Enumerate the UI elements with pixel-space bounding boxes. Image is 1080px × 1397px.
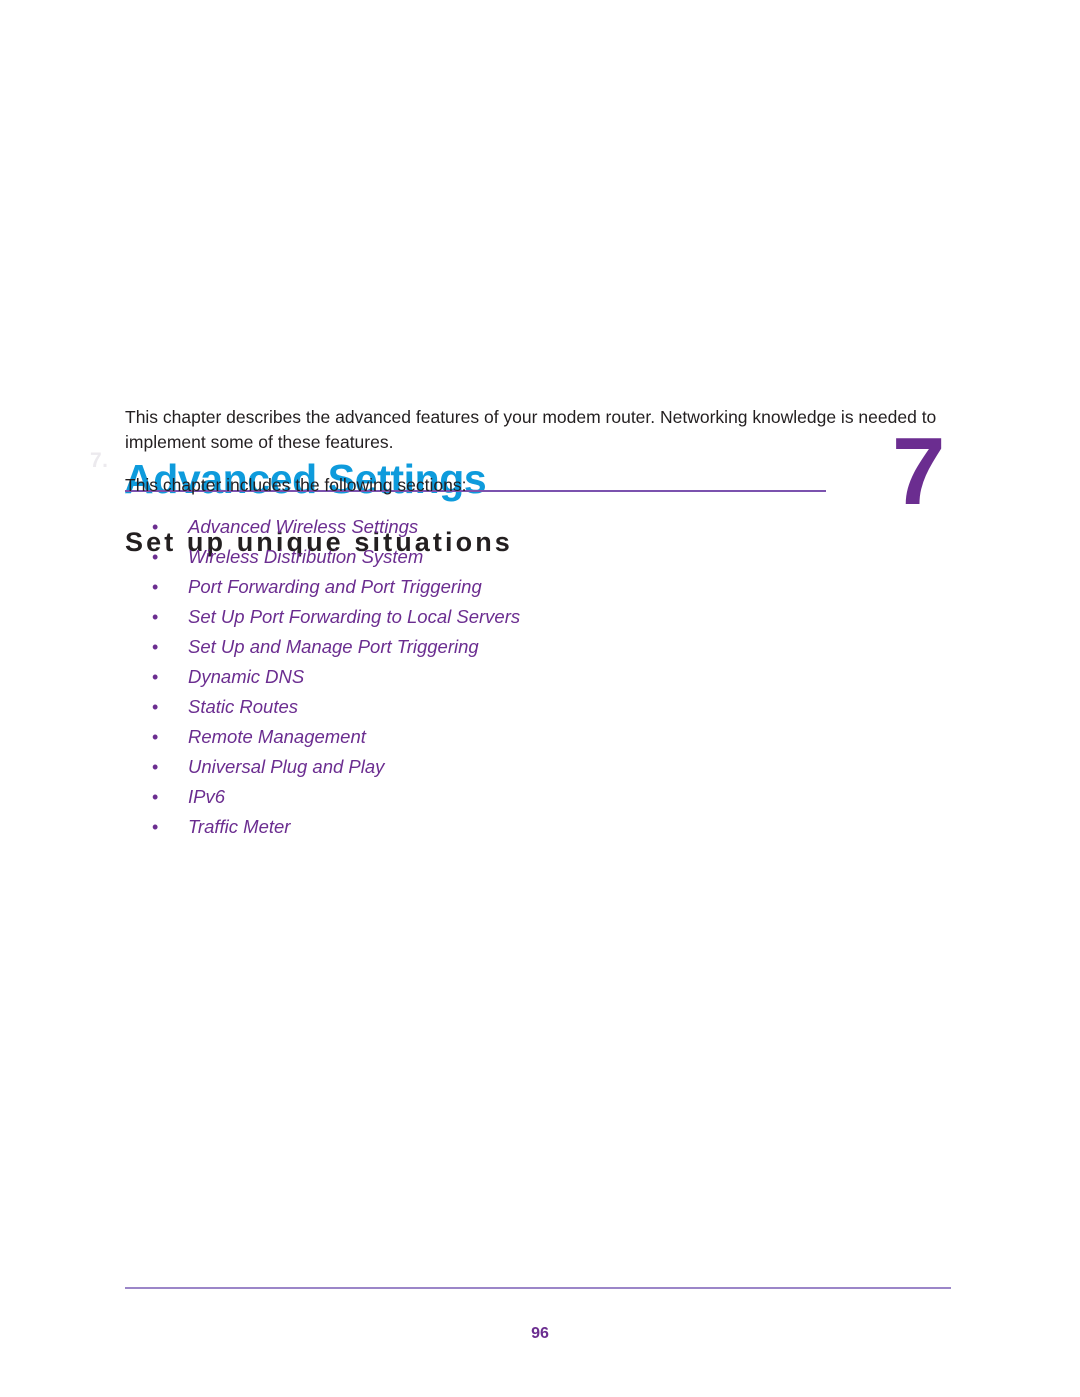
- section-link-label: Traffic Meter: [188, 816, 291, 837]
- section-link-ipv6[interactable]: • IPv6: [125, 782, 940, 812]
- section-link-label: Universal Plug and Play: [188, 756, 385, 777]
- section-link-label: Static Routes: [188, 696, 299, 717]
- section-link-universal-plug-and-play[interactable]: • Universal Plug and Play: [125, 752, 940, 782]
- section-link-static-routes[interactable]: • Static Routes: [125, 692, 940, 722]
- bullet-icon: •: [152, 817, 159, 837]
- bullet-icon: •: [152, 727, 159, 747]
- bullet-icon: •: [152, 787, 159, 807]
- section-link-advanced-wireless-settings[interactable]: • Advanced Wireless Settings: [125, 512, 940, 542]
- bullet-icon: •: [152, 577, 159, 597]
- section-link-label: Advanced Wireless Settings: [188, 516, 419, 537]
- section-link-dynamic-dns[interactable]: • Dynamic DNS: [125, 662, 940, 692]
- section-link-label: Remote Management: [188, 726, 366, 747]
- section-link-label: Wireless Distribution System: [188, 546, 424, 567]
- bullet-icon: •: [152, 667, 159, 687]
- bullet-icon: •: [152, 637, 159, 657]
- intro-paragraph: This chapter describes the advanced feat…: [125, 407, 937, 452]
- page-number: 96: [531, 1325, 549, 1342]
- section-link-set-up-and-manage-port-triggering[interactable]: • Set Up and Manage Port Triggering: [125, 632, 940, 662]
- chapter-watermark-number: 7.: [90, 449, 109, 472]
- section-link-port-forwarding-and-port-triggering[interactable]: • Port Forwarding and Port Triggering: [125, 572, 940, 602]
- document-page: 7. Advanced Settings Set up unique situa…: [0, 0, 1080, 1397]
- section-link-traffic-meter[interactable]: • Traffic Meter: [125, 812, 940, 842]
- bullet-icon: •: [152, 517, 159, 537]
- section-link-label: Set Up Port Forwarding to Local Servers: [188, 606, 521, 627]
- section-link-wireless-distribution-system[interactable]: • Wireless Distribution System: [125, 542, 940, 572]
- section-link-list: • Advanced Wireless Settings • Wireless …: [125, 512, 940, 842]
- chapter-header: 7. Advanced Settings Set up unique situa…: [0, 206, 1080, 558]
- sections-lead-in-paragraph: This chapter includes the following sect…: [125, 475, 467, 495]
- section-link-label: Port Forwarding and Port Triggering: [188, 576, 482, 597]
- chapter-body: This chapter describes the advanced feat…: [125, 405, 940, 842]
- footer-divider: [125, 1287, 951, 1289]
- section-link-label: Set Up and Manage Port Triggering: [188, 636, 479, 657]
- bullet-icon: •: [152, 757, 159, 777]
- bullet-icon: •: [152, 607, 159, 627]
- bullet-icon: •: [152, 547, 159, 567]
- section-link-remote-management[interactable]: • Remote Management: [125, 722, 940, 752]
- section-link-label: Dynamic DNS: [188, 666, 305, 687]
- bullet-icon: •: [152, 697, 159, 717]
- section-link-set-up-port-forwarding-to-local-servers[interactable]: • Set Up Port Forwarding to Local Server…: [125, 602, 940, 632]
- section-link-label: IPv6: [188, 786, 226, 807]
